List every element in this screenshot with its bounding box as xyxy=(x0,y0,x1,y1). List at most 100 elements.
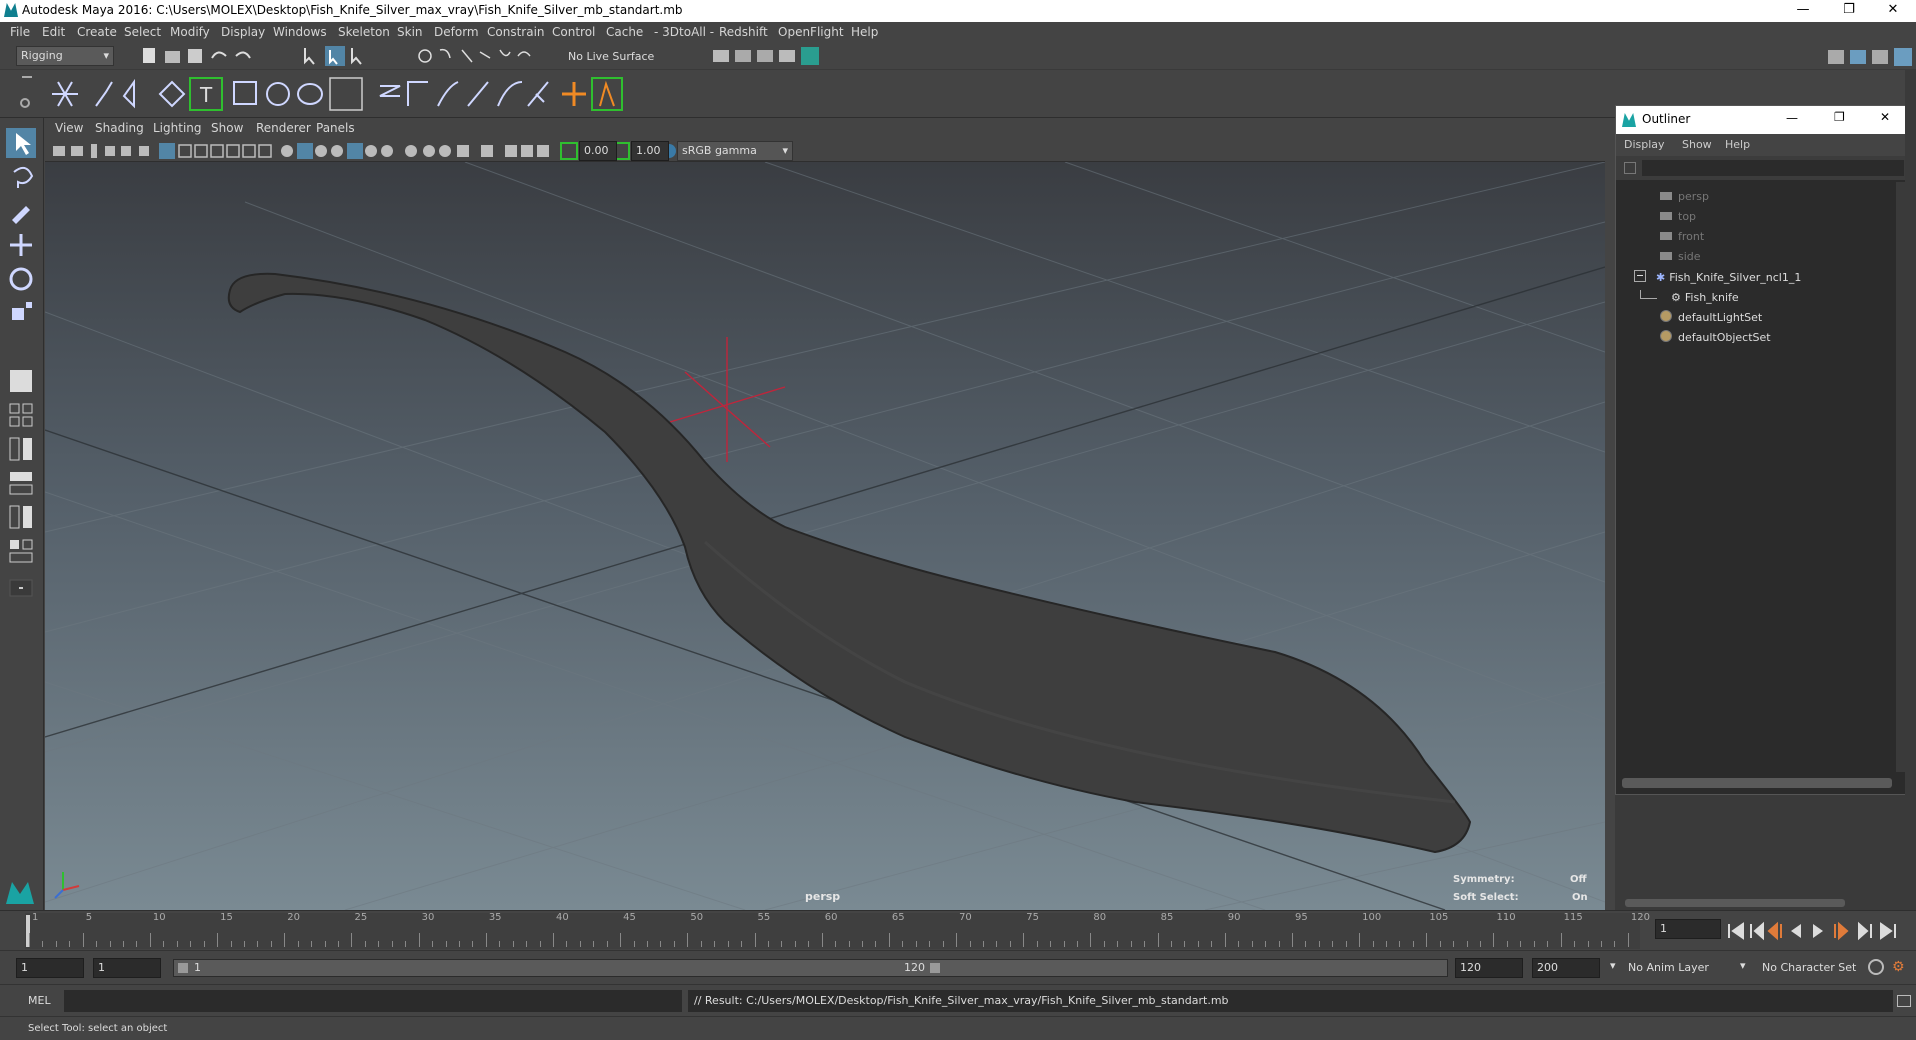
range-start-handle[interactable] xyxy=(178,963,188,973)
tick-label: 45 xyxy=(623,912,636,923)
viewport-menu-view[interactable]: View xyxy=(55,121,83,135)
dropdown-arrow-icon[interactable]: ▾ xyxy=(1610,959,1616,972)
list-item[interactable]: ✱ Fish_Knife_Silver_ncl1_1 xyxy=(1634,270,1801,288)
viewport-persp[interactable]: persp Symmetry: Off Soft Select: On xyxy=(45,162,1605,910)
range-slider[interactable]: 1 120 xyxy=(173,959,1448,977)
menu-select[interactable]: Select xyxy=(124,25,161,39)
tick-mark xyxy=(297,941,299,947)
animation-end-field[interactable]: 200 xyxy=(1532,958,1600,978)
time-slider[interactable]: 1 5 10 15 20 25 30 35 40 45 50 55 60 65 70 75 80 85 90 95 10… xyxy=(0,910,1916,950)
outliner-minimize-button[interactable]: — xyxy=(1786,111,1798,125)
menu-display[interactable]: Display xyxy=(221,25,265,39)
shelf-settings-icon[interactable] xyxy=(20,98,30,108)
outliner-menu-show[interactable]: Show xyxy=(1682,138,1712,151)
select-tool-button[interactable] xyxy=(6,128,36,158)
auto-key-icon[interactable] xyxy=(1868,959,1884,975)
viewport-menu-shading[interactable]: Shading xyxy=(95,121,144,135)
move-tool-button[interactable] xyxy=(6,230,36,260)
character-set-dropdown[interactable]: No Character Set xyxy=(1762,961,1856,974)
outliner-horizontal-scrollbar[interactable] xyxy=(1622,778,1892,788)
menu-cache[interactable]: Cache xyxy=(606,25,643,39)
outliner-close-button[interactable]: ✕ xyxy=(1880,110,1890,124)
menu-create[interactable]: Create xyxy=(77,25,117,39)
collapse-toggle-icon[interactable] xyxy=(1634,270,1646,282)
list-item[interactable]: defaultObjectSet xyxy=(1660,330,1771,348)
command-result-field[interactable]: // Result: C:/Users/MOLEX/Desktop/Fish_K… xyxy=(688,990,1893,1012)
toolbox-more-button[interactable] xyxy=(6,578,36,598)
outliner-menu-display[interactable]: Display xyxy=(1624,138,1665,151)
fish-knife-mesh[interactable] xyxy=(227,272,1472,854)
rotate-tool-button[interactable] xyxy=(6,264,36,294)
menu-windows[interactable]: Windows xyxy=(273,25,327,39)
shelf-menu-icon[interactable] xyxy=(22,76,32,78)
close-button[interactable]: ✕ xyxy=(1870,0,1916,22)
wrap-icon xyxy=(266,82,290,106)
list-item[interactable]: ⚙ Fish_knife xyxy=(1640,290,1739,308)
layout-two-stack-button[interactable] xyxy=(6,468,36,498)
list-item[interactable]: side xyxy=(1660,250,1701,268)
group-icon: ✱ xyxy=(1656,271,1666,284)
menu-modify[interactable]: Modify xyxy=(170,25,210,39)
list-item[interactable]: top xyxy=(1660,210,1696,228)
outliner-menu-help[interactable]: Help xyxy=(1725,138,1750,151)
tick-label: 75 xyxy=(1026,912,1039,923)
gamma-field[interactable]: 1.00 xyxy=(631,141,669,161)
menu-skeleton[interactable]: Skeleton xyxy=(338,25,390,39)
viewport-menu-panels[interactable]: Panels xyxy=(316,121,355,135)
tick-mark xyxy=(1278,941,1280,947)
menu-control[interactable]: Control xyxy=(552,25,595,39)
layout-three-button[interactable] xyxy=(6,502,36,532)
layout-outliner-button[interactable] xyxy=(6,536,36,566)
viewport-menu-lighting[interactable]: Lighting xyxy=(153,121,202,135)
menu-3dtoall[interactable]: - 3DtoAll - xyxy=(654,25,714,39)
use-lights-icon xyxy=(365,145,377,157)
menu-redshift[interactable]: Redshift xyxy=(719,25,768,39)
tick-label: 100 xyxy=(1362,912,1382,923)
maximize-button[interactable]: ❐ xyxy=(1826,0,1872,22)
show-manipulator-button[interactable] xyxy=(6,366,36,396)
lasso-tool-button[interactable] xyxy=(6,162,36,192)
xray-active-icon xyxy=(521,145,533,157)
live-surface-label[interactable]: No Live Surface xyxy=(568,50,654,63)
script-editor-icon[interactable] xyxy=(1897,995,1911,1007)
dropdown-arrow-icon[interactable]: ▾ xyxy=(1740,959,1746,972)
range-end-handle[interactable] xyxy=(930,963,940,973)
outliner-maximize-button[interactable]: ❐ xyxy=(1834,110,1845,124)
list-item[interactable]: persp xyxy=(1660,190,1709,208)
viewport-menu-show[interactable]: Show xyxy=(211,121,243,135)
filter-icon[interactable] xyxy=(1624,162,1636,174)
menu-skin[interactable]: Skin xyxy=(397,25,423,39)
exposure-field[interactable]: 0.00 xyxy=(579,141,617,161)
outliner-search-input[interactable] xyxy=(1642,160,1904,176)
animation-start-field[interactable]: 1 xyxy=(16,958,84,978)
tick-mark xyxy=(781,941,783,947)
tick-label: 95 xyxy=(1294,912,1308,923)
minimize-button[interactable]: — xyxy=(1780,0,1826,22)
menu-deform[interactable]: Deform xyxy=(434,25,479,39)
menu-edit[interactable]: Edit xyxy=(42,25,65,39)
current-frame-field[interactable]: 1 xyxy=(1655,919,1721,939)
tick-label: 25 xyxy=(354,912,368,923)
mode-dropdown[interactable]: Rigging ▾ xyxy=(16,46,114,66)
paint-select-button[interactable] xyxy=(6,196,36,226)
item-label: persp xyxy=(1678,190,1709,203)
colorspace-dropdown[interactable]: sRGB gamma ▾ xyxy=(677,141,793,161)
layout-two-side-button[interactable] xyxy=(6,434,36,464)
playback-end-field[interactable]: 120 xyxy=(1455,958,1523,978)
menu-file[interactable]: File xyxy=(10,25,30,39)
right-tab-strip[interactable] xyxy=(1905,70,1916,910)
viewport-menu-renderer[interactable]: Renderer xyxy=(256,121,311,135)
animation-prefs-icon[interactable]: ⚙ xyxy=(1892,959,1908,975)
layout-four-button[interactable] xyxy=(6,400,36,430)
menu-constrain[interactable]: Constrain xyxy=(487,25,545,39)
list-item[interactable]: defaultLightSet xyxy=(1660,310,1762,328)
channel-scrollbar[interactable] xyxy=(1625,899,1845,907)
anim-layer-dropdown[interactable]: No Anim Layer xyxy=(1628,961,1709,974)
command-input[interactable] xyxy=(64,990,682,1012)
scale-tool-button[interactable] xyxy=(6,298,36,328)
menu-openflight[interactable]: OpenFlight xyxy=(778,25,844,39)
script-language-toggle[interactable]: MEL xyxy=(28,994,51,1007)
menu-help[interactable]: Help xyxy=(851,25,878,39)
playback-start-field[interactable]: 1 xyxy=(93,958,161,978)
list-item[interactable]: front xyxy=(1660,230,1704,248)
